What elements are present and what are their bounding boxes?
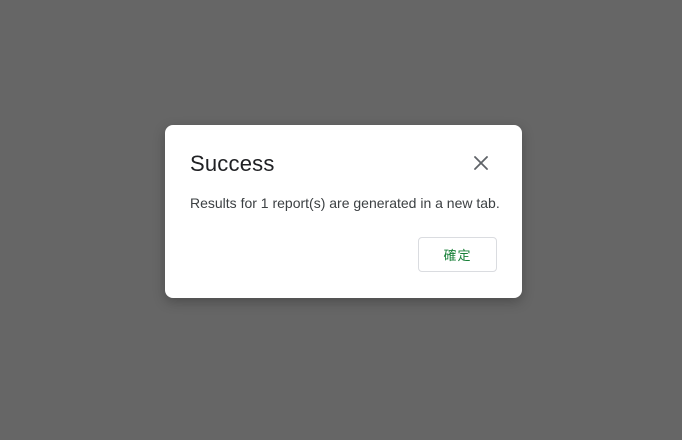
- dialog-message: Results for 1 report(s) are generated in…: [190, 195, 500, 211]
- success-dialog: Success Results for 1 report(s) are gene…: [165, 125, 522, 298]
- close-button[interactable]: [465, 147, 497, 179]
- dialog-title: Success: [190, 151, 275, 176]
- close-icon: [474, 156, 488, 170]
- confirm-button[interactable]: 確定: [418, 237, 497, 272]
